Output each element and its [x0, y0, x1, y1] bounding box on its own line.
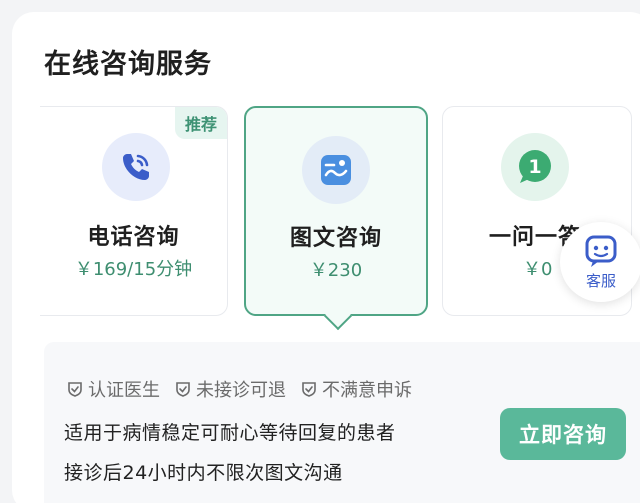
guarantee-item: 不满意申诉	[300, 376, 412, 402]
option-price: ￥230	[309, 260, 363, 281]
guarantee-label: 未接诊可退	[196, 380, 286, 401]
one-badge-icon: 1	[501, 133, 569, 201]
customer-service-button[interactable]: 客服	[560, 222, 640, 302]
option-phone-consult[interactable]: 推荐 电话咨询 ￥169/15分钟	[40, 106, 228, 316]
description-line-2: 接诊后24小时内不限次图文沟通	[64, 462, 343, 484]
recommend-badge: 推荐	[175, 107, 227, 139]
guarantee-list: 认证医生 未接诊可退 不满意申诉	[66, 376, 412, 402]
option-price: ￥169/15分钟	[74, 259, 193, 280]
option-name: 图文咨询	[289, 226, 382, 251]
shield-check-icon	[176, 382, 190, 397]
guarantee-label: 认证医生	[88, 380, 160, 401]
guarantee-item: 未接诊可退	[174, 376, 286, 402]
shield-check-icon	[68, 382, 82, 397]
consult-now-button[interactable]: 立即咨询	[500, 408, 626, 460]
option-text-consult[interactable]: 图文咨询 ￥230	[244, 106, 428, 331]
description-line-1: 适用于病情稳定可耐心等待回复的患者	[64, 422, 396, 444]
shield-check-icon	[302, 382, 316, 397]
guarantee-item: 认证医生	[66, 376, 160, 402]
guarantee-label: 不满意申诉	[322, 380, 412, 401]
phone-icon	[102, 133, 170, 201]
svg-text:1: 1	[528, 156, 541, 178]
customer-service-icon	[585, 235, 617, 267]
customer-service-label: 客服	[585, 271, 616, 290]
option-detail-panel: 认证医生 未接诊可退 不满意申诉 适用于病情稳定可耐心等待回复的患者 接诊后24…	[44, 342, 640, 503]
chat-image-icon	[302, 136, 370, 204]
option-name: 电话咨询	[87, 225, 180, 250]
section-title: 在线咨询服务	[44, 49, 212, 80]
selection-pointer	[323, 301, 353, 331]
consult-service-card: 在线咨询服务 推荐 电话咨询 ￥169/15分钟 图文咨询 ￥230 1 一问一…	[12, 12, 640, 503]
